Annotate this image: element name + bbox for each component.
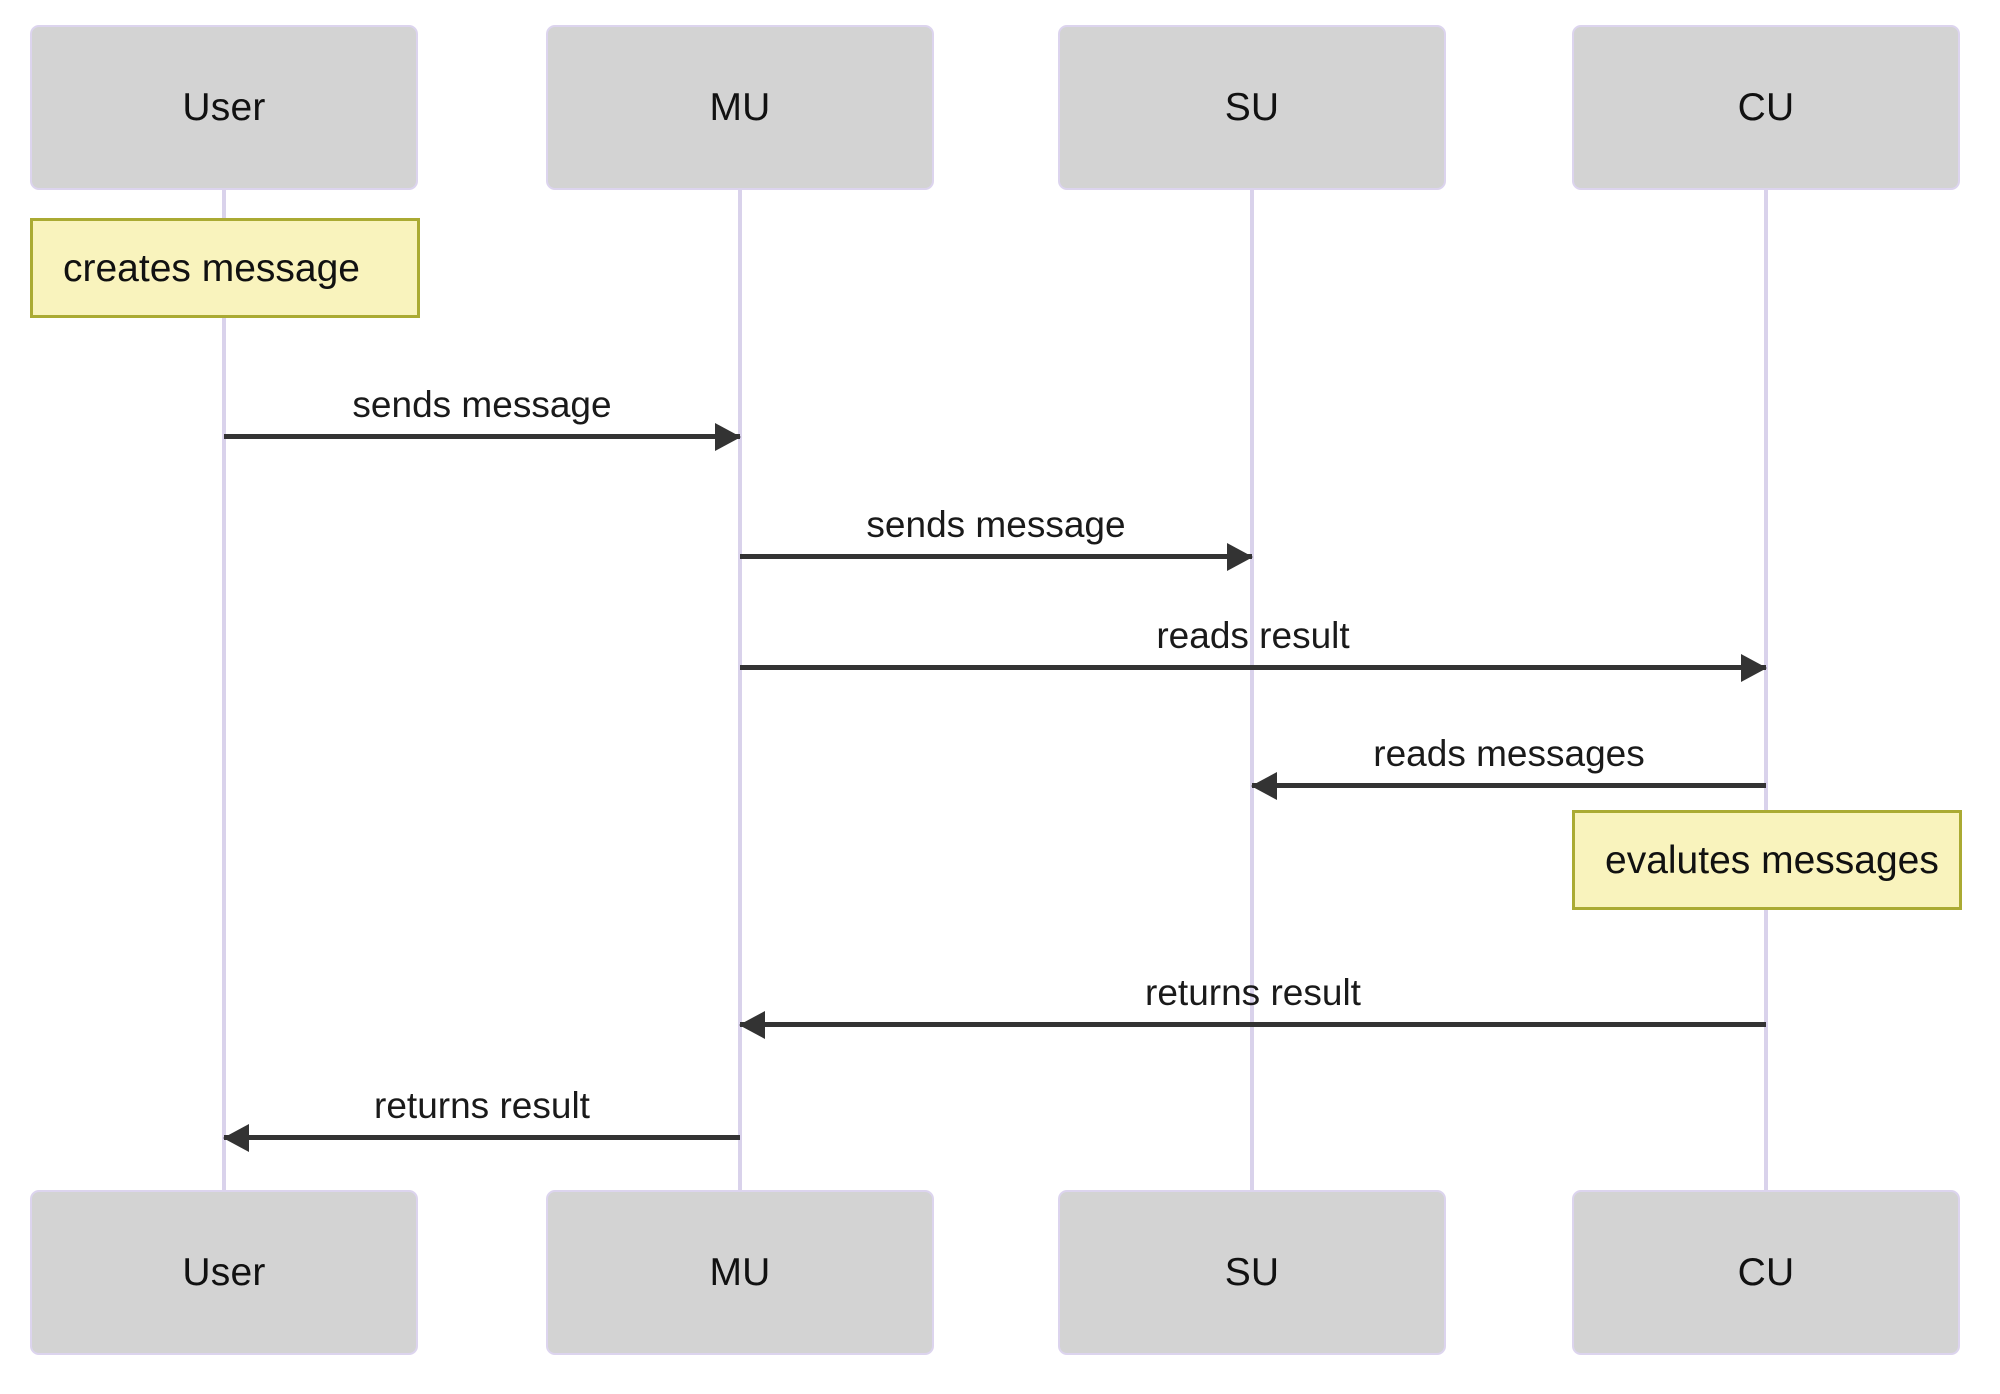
message-line: [1252, 783, 1766, 788]
note-creates-message[interactable]: creates message: [30, 218, 420, 318]
participant-box-su-bottom[interactable]: SU: [1058, 1190, 1446, 1355]
participant-label-mu-top: MU: [709, 86, 771, 129]
participant-box-cu-top[interactable]: CU: [1572, 25, 1960, 190]
sequence-diagram-canvas: User MU SU CU creates message sends mess…: [0, 0, 2000, 1394]
message-label: sends message: [866, 504, 1126, 545]
message-line: [224, 1135, 740, 1140]
arrowhead-right-icon: [1227, 543, 1253, 571]
arrowhead-right-icon: [715, 423, 741, 451]
participant-box-mu-top[interactable]: MU: [546, 25, 934, 190]
participant-label-su-bottom: SU: [1224, 1251, 1280, 1294]
arrowhead-left-icon: [739, 1011, 765, 1039]
participant-box-user-top[interactable]: User: [30, 25, 418, 190]
participant-box-cu-bottom[interactable]: CU: [1572, 1190, 1960, 1355]
lifeline-user: [222, 190, 226, 1190]
participant-box-su-top[interactable]: SU: [1058, 25, 1446, 190]
message-label: reads result: [1156, 615, 1350, 656]
participant-label-su-top: SU: [1224, 86, 1280, 129]
lifeline-mu: [738, 190, 742, 1190]
participant-label-cu-bottom: CU: [1737, 1251, 1795, 1294]
message-label: sends message: [352, 384, 612, 425]
note-evalutes-messages-label: evalutes messages: [1605, 838, 1939, 882]
message-line: [224, 434, 740, 439]
participant-label-cu-top: CU: [1737, 86, 1795, 129]
message-line: [740, 665, 1766, 670]
participant-box-mu-bottom[interactable]: MU: [546, 1190, 934, 1355]
participant-box-user-bottom[interactable]: User: [30, 1190, 418, 1355]
message-line: [740, 1022, 1766, 1027]
arrowhead-left-icon: [223, 1124, 249, 1152]
note-creates-message-label: creates message: [63, 246, 360, 290]
lifeline-cu: [1764, 190, 1768, 1190]
participant-label-user-bottom: User: [182, 1251, 266, 1294]
arrowhead-left-icon: [1251, 772, 1277, 800]
participant-label-user-top: User: [182, 86, 266, 129]
message-label: returns result: [374, 1085, 590, 1126]
participant-label-mu-bottom: MU: [709, 1251, 771, 1294]
arrowhead-right-icon: [1741, 654, 1767, 682]
message-label: reads messages: [1373, 733, 1645, 774]
note-evalutes-messages[interactable]: evalutes messages: [1572, 810, 1962, 910]
lifeline-su: [1250, 190, 1254, 1190]
message-label: returns result: [1145, 972, 1361, 1013]
message-line: [740, 554, 1252, 559]
